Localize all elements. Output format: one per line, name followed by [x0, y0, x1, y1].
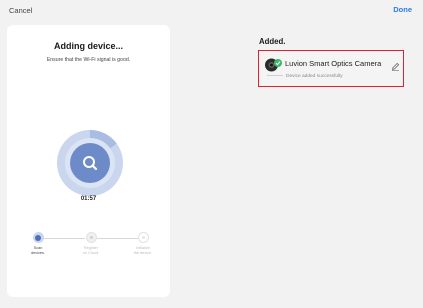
- divider: [267, 75, 283, 76]
- pencil-icon[interactable]: [391, 58, 400, 71]
- step-dot-active: [32, 232, 44, 243]
- step-label: Initialize the device.: [133, 246, 153, 255]
- added-title: Added.: [259, 37, 286, 46]
- step-initialize-device: Initialize the device.: [123, 232, 163, 256]
- top-bar: Cancel Done: [0, 0, 423, 22]
- cancel-button[interactable]: Cancel: [9, 6, 32, 15]
- card-subtitle: Ensure that the Wi-Fi signal is good.: [46, 57, 131, 63]
- step-dot-pending: [85, 232, 97, 243]
- step-scan-devices: Scan devices.: [18, 232, 58, 256]
- step-register-cloud: Register on Cloud.: [71, 232, 111, 256]
- step-label: Register on Cloud.: [82, 246, 100, 255]
- search-icon: [80, 153, 100, 173]
- check-icon: [274, 54, 282, 67]
- step-label: Scan devices.: [31, 246, 45, 255]
- progress-steps: Scan devices. Register on Cloud. Initial…: [7, 232, 170, 272]
- countdown-timer: 01:57: [80, 196, 97, 202]
- added-device-item[interactable]: Luvion Smart Optics Camera Device added …: [258, 50, 404, 87]
- device-status: Device added successfully: [286, 74, 343, 79]
- card-title: Adding device...: [53, 41, 123, 51]
- scan-progress-ring: [56, 129, 124, 197]
- step-dot-pending: [137, 232, 149, 243]
- device-name: Luvion Smart Optics Camera: [285, 59, 382, 68]
- adding-device-card: Adding device... Ensure that the Wi-Fi s…: [7, 25, 170, 297]
- done-button[interactable]: Done: [393, 5, 412, 14]
